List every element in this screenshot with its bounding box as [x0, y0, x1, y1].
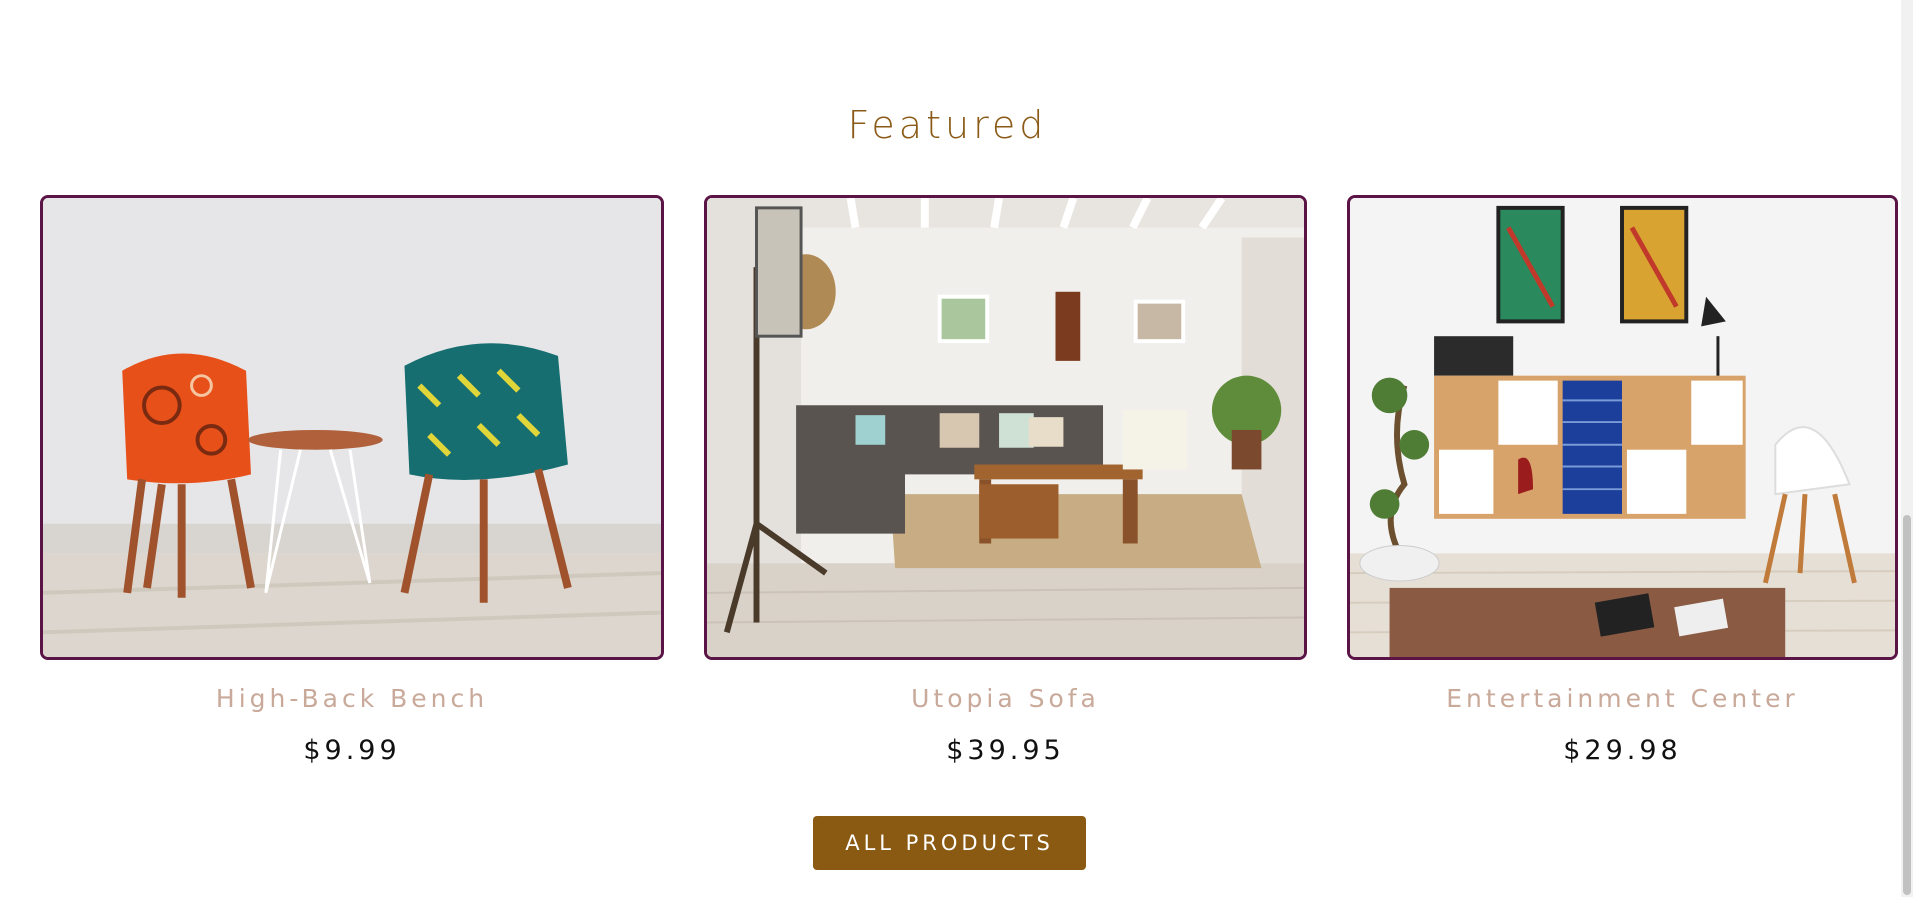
product-price: $9.99 [303, 735, 401, 766]
product-price: $39.95 [946, 735, 1065, 766]
all-products-button[interactable]: ALL PRODUCTS [813, 816, 1086, 870]
product-card[interactable]: Utopia Sofa $39.95 [704, 195, 1307, 766]
vertical-scrollbar[interactable] [1901, 0, 1913, 897]
product-name[interactable]: High-Back Bench [40, 684, 664, 713]
product-image[interactable] [704, 195, 1307, 660]
scrollbar-thumb[interactable] [1903, 515, 1911, 895]
product-name[interactable]: Utopia Sofa [704, 684, 1307, 713]
product-price: $29.98 [1563, 735, 1682, 766]
product-image[interactable] [40, 195, 664, 660]
product-name[interactable]: Entertainment Center [1347, 684, 1898, 713]
product-image[interactable] [1347, 195, 1898, 660]
product-card[interactable]: Entertainment Center $29.98 [1347, 195, 1898, 766]
section-title: Featured [847, 103, 1048, 147]
product-card[interactable]: High-Back Bench $9.99 [40, 195, 664, 766]
